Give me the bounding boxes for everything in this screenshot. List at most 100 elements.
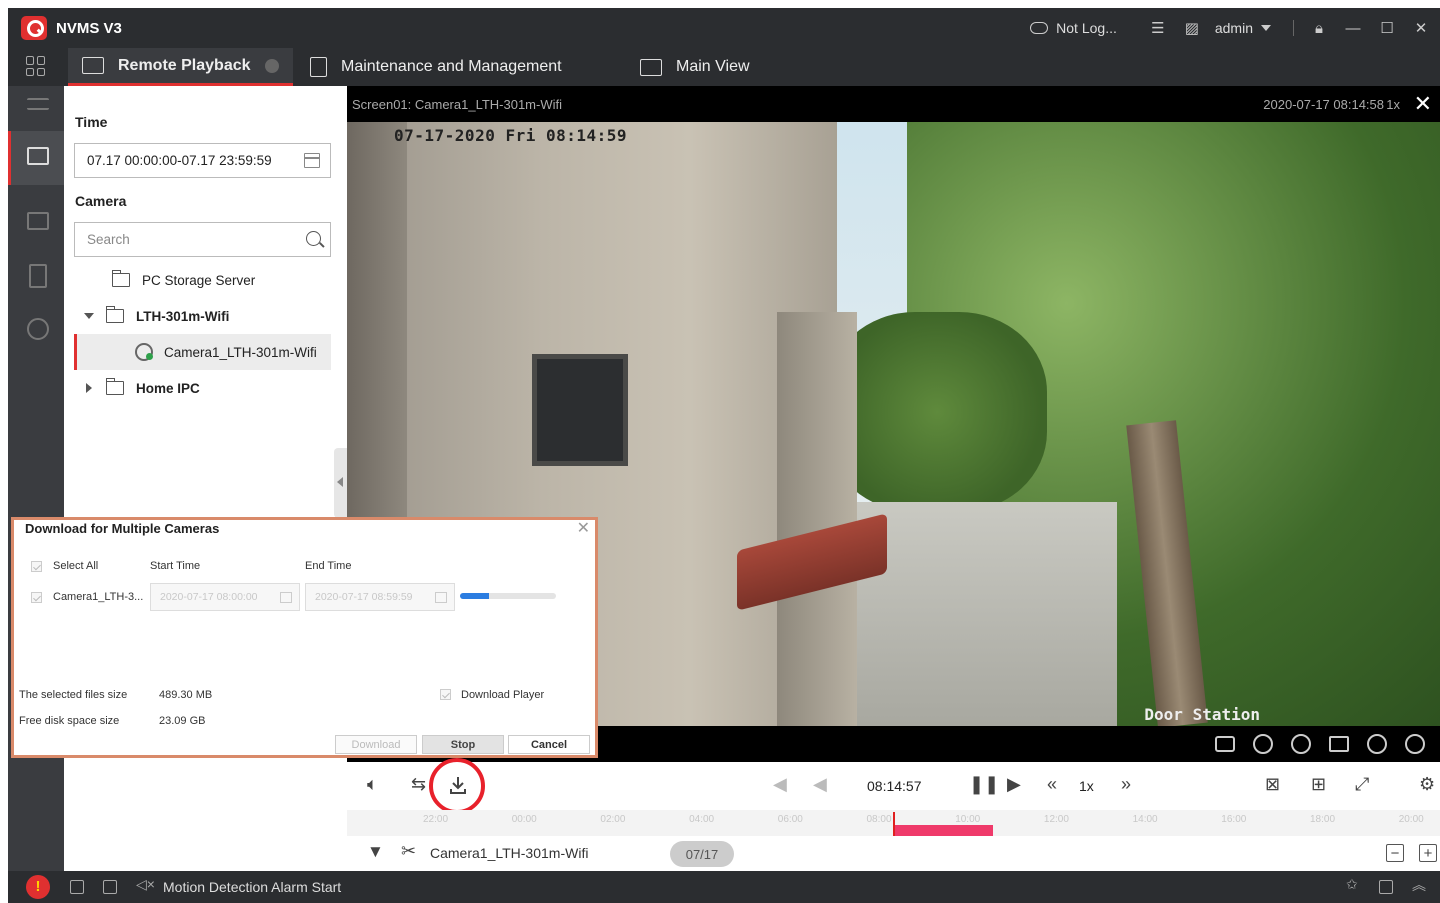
fullscreen-icon[interactable]: ⤢ xyxy=(1355,774,1369,795)
close-icon[interactable]: ✕ xyxy=(1410,17,1432,39)
main-view-icon xyxy=(640,58,662,76)
timeline-camera-label: Camera1_LTH-301m-Wifi xyxy=(430,845,589,861)
time-label: Time xyxy=(75,114,108,130)
tab-remote-playback[interactable]: Remote Playback xyxy=(68,48,293,86)
time-range-field[interactable]: 07.17 00:00:00-07.17 23:59:59 xyxy=(74,143,331,178)
stop-button[interactable]: Stop xyxy=(422,735,504,754)
window-icon[interactable] xyxy=(1379,880,1393,894)
video-header: Screen01: Camera1_LTH-301m-Wifi 2020-07-… xyxy=(347,86,1440,122)
maintenance-icon xyxy=(310,57,327,77)
device-icon[interactable] xyxy=(29,264,47,288)
trash-icon[interactable] xyxy=(70,880,84,894)
collapse-up-icon[interactable]: ︽ xyxy=(1412,875,1426,893)
tree-item-lth-301m[interactable]: LTH-301m-Wifi xyxy=(74,298,331,334)
tab-main-view[interactable]: Main View xyxy=(640,48,750,86)
download-icon[interactable] xyxy=(1329,736,1349,752)
date-pill[interactable]: 07/17 xyxy=(670,841,734,867)
start-time-field[interactable]: 2020-07-17 08:00:00 xyxy=(150,583,300,611)
divider xyxy=(1293,20,1294,36)
layout-icon[interactable]: ⊞ xyxy=(1311,774,1326,795)
timeline-cursor[interactable] xyxy=(893,812,895,836)
module-grid-icon[interactable] xyxy=(26,56,46,76)
download-progress-bar xyxy=(460,593,556,599)
lock-icon[interactable]: 🔒︎ xyxy=(1308,17,1330,39)
search-icon[interactable] xyxy=(306,231,321,246)
expand-arrow-icon[interactable] xyxy=(84,313,94,319)
tab-close-icon[interactable] xyxy=(264,58,279,73)
maximize-icon[interactable]: ☐ xyxy=(1376,17,1398,39)
calendar-icon[interactable] xyxy=(280,592,292,603)
menu-icon[interactable] xyxy=(27,98,49,110)
calendar-icon[interactable] xyxy=(304,153,320,168)
playback-time: 08:14:57 xyxy=(867,778,922,794)
folder-icon xyxy=(112,270,130,287)
filter-icon[interactable]: ▼ xyxy=(367,842,384,862)
settings-dial-icon[interactable] xyxy=(1405,734,1425,754)
rail-item-playback[interactable] xyxy=(8,131,64,185)
close-video-icon[interactable]: ✕ xyxy=(1414,91,1432,117)
zoom-in-button[interactable]: + xyxy=(1419,844,1437,862)
zoom-icon[interactable] xyxy=(1291,734,1311,754)
tab-maintenance[interactable]: Maintenance and Management xyxy=(310,48,562,86)
tree-item-label: PC Storage Server xyxy=(142,272,256,288)
download-player-checkbox[interactable] xyxy=(440,689,451,700)
event-list-icon[interactable] xyxy=(27,212,49,230)
volume-icon[interactable]: 🔈︎ xyxy=(367,774,378,795)
task-list-icon[interactable]: ☰ xyxy=(1147,17,1169,39)
camera-row-checkbox[interactable] xyxy=(31,592,42,603)
download-dialog: Download for Multiple Cameras ✕ Select A… xyxy=(11,517,598,758)
camera-search-field[interactable]: Search xyxy=(74,222,331,257)
status-message: Motion Detection Alarm Start xyxy=(163,879,342,895)
pause-icon[interactable]: ❚❚ xyxy=(969,774,999,795)
playback-controls: 🔈︎ ⇆ ◀︎ ◀︎ 08:14:57 ❚❚ ▶︎ « 1x » ⊠ ⊞ ⤢ ⚙ xyxy=(347,758,1440,814)
tree-item-home-ipc[interactable]: Home IPC xyxy=(74,370,331,406)
timeline-tick-label: 16:00 xyxy=(1221,814,1247,825)
expand-arrow-icon[interactable] xyxy=(86,383,92,393)
app-logo-icon xyxy=(21,16,47,40)
minimize-icon[interactable]: — xyxy=(1342,17,1364,39)
download-icon[interactable] xyxy=(450,776,466,794)
circle-icon[interactable] xyxy=(27,318,49,340)
step-forward-icon[interactable]: ▶︎ xyxy=(1007,774,1021,795)
calendar-icon[interactable] xyxy=(435,592,447,603)
chevron-down-icon[interactable] xyxy=(1261,25,1271,31)
timeline-tick-label: 22:00 xyxy=(423,814,449,825)
panel-collapse-handle[interactable] xyxy=(334,448,347,518)
selected-size-label: The selected files size xyxy=(19,689,128,701)
tab-label: Maintenance and Management xyxy=(341,58,562,75)
timeline-tick-label: 06:00 xyxy=(777,814,803,825)
monitor-chart-icon[interactable]: ▨ xyxy=(1181,17,1203,39)
prev-icon[interactable]: ◀︎ xyxy=(813,774,827,795)
search-input[interactable]: Search xyxy=(87,232,130,247)
stop-all-icon[interactable]: ⊠ xyxy=(1265,774,1280,795)
zoom-out-button[interactable]: − xyxy=(1386,844,1404,862)
tree-item-camera1[interactable]: Camera1_LTH-301m-Wifi xyxy=(74,334,331,370)
adjust-icon[interactable]: ⇆ xyxy=(411,774,426,795)
download-button[interactable]: Download xyxy=(335,735,417,754)
record-icon[interactable] xyxy=(1253,734,1273,754)
end-time-field[interactable]: 2020-07-17 08:59:59 xyxy=(305,583,455,611)
snapshot-icon[interactable] xyxy=(1215,736,1235,752)
pin-icon[interactable]: ✩ xyxy=(1346,876,1360,892)
timeline[interactable]: 22:00 00:00 02:00 04:00 06:00 08:00 10:00 12:00… xyxy=(347,810,1440,836)
audio-off-icon[interactable] xyxy=(1367,734,1387,754)
clip-icon[interactable]: ✂ xyxy=(401,841,416,862)
recording-segment[interactable] xyxy=(893,825,993,836)
tree-item-pc-storage[interactable]: PC Storage Server xyxy=(74,262,331,298)
speed-up-icon[interactable]: » xyxy=(1121,774,1131,795)
dialog-close-icon[interactable]: ✕ xyxy=(577,518,590,538)
cancel-button[interactable]: Cancel xyxy=(508,735,590,754)
gear-icon[interactable]: ⚙ xyxy=(1419,774,1435,795)
title-bar: NVMS V3 Not Log... ☰ ▨ admin 🔒︎ — ☐ ✕ xyxy=(8,8,1440,48)
tree-item-label: Home IPC xyxy=(136,380,200,396)
timeline-tick-label: 00:00 xyxy=(511,814,537,825)
login-status[interactable]: Not Log... xyxy=(1030,20,1117,36)
user-name[interactable]: admin xyxy=(1215,20,1253,36)
slow-down-icon[interactable]: « xyxy=(1047,774,1057,795)
mute-icon[interactable]: ◁× xyxy=(136,876,155,892)
tab-label: Main View xyxy=(676,58,750,75)
select-all-checkbox[interactable] xyxy=(31,561,42,572)
image-icon[interactable] xyxy=(103,880,117,894)
alarm-warning-icon[interactable]: ! xyxy=(26,875,50,899)
step-back-icon[interactable]: ◀︎ xyxy=(773,774,787,795)
